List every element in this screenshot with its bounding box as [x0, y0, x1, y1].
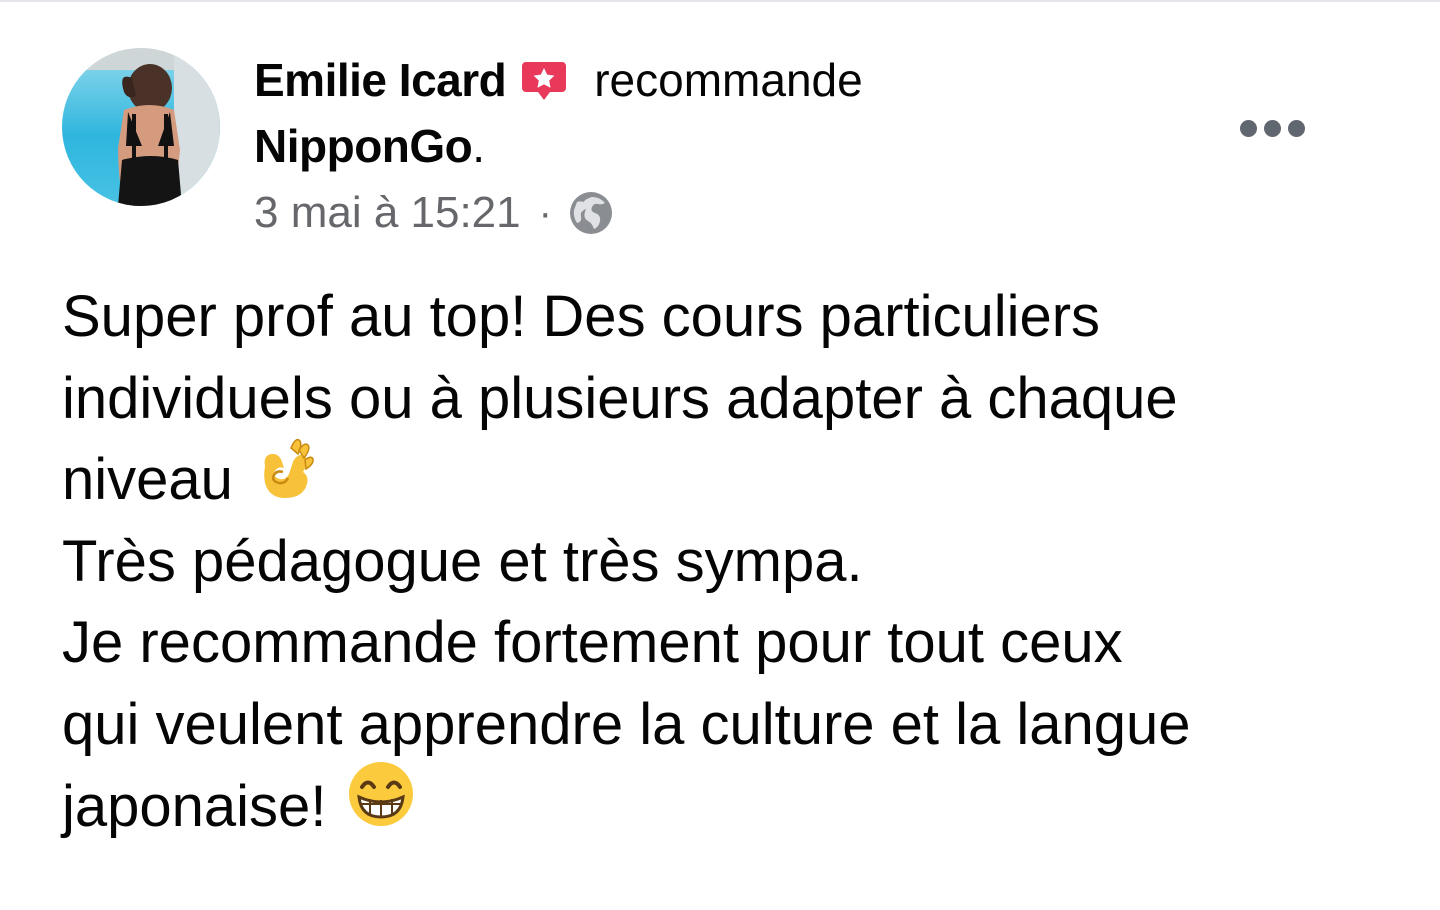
body-line: Très pédagogue et très sympa. [62, 521, 1392, 603]
action-text: recommande [594, 54, 863, 106]
post-header: Emilie Icard recommande [254, 52, 863, 108]
ok-hand-emoji [253, 436, 315, 520]
page-line: NipponGo . [254, 118, 485, 174]
more-options-icon-dot [1287, 119, 1305, 137]
body-text: Très pédagogue et très sympa. [62, 528, 863, 594]
body-line: individuels ou à plusieurs adapter à cha… [62, 358, 1392, 440]
body-text: Super prof au top! Des cours particulier… [62, 284, 1101, 349]
body-line: japonaise! [62, 762, 1392, 847]
more-options-icon [1239, 119, 1257, 137]
recommendation-badge-icon [520, 56, 568, 104]
body-text: niveau [62, 447, 233, 512]
grinning-face-emoji [346, 759, 416, 851]
meta-separator: · [538, 190, 552, 235]
body-line: qui veulent apprendre la culture et la l… [62, 684, 1392, 766]
body-text: qui veulent apprendre la culture et la l… [62, 691, 1191, 757]
avatar[interactable] [62, 48, 220, 206]
globe-icon[interactable] [568, 190, 614, 236]
more-options-icon-dot [1263, 119, 1281, 137]
body-line: Super prof au top! Des cours particulier… [62, 276, 1392, 358]
recommendation-post: Emilie Icard recommande NipponGo . 3 mai… [0, 0, 1440, 910]
author-name[interactable]: Emilie Icard [254, 53, 507, 107]
timestamp[interactable]: 3 mai à 15:21 [254, 188, 521, 238]
body-line: niveau [62, 436, 1392, 521]
body-text: individuels ou à plusieurs adapter à cha… [62, 365, 1178, 431]
page-name-link[interactable]: NipponGo [254, 119, 473, 173]
post-meta: 3 mai à 15:21 · [254, 186, 614, 240]
body-line: Je recommande fortement pour tout ceux [62, 602, 1392, 684]
body-text: japonaise! [62, 774, 327, 840]
more-options-button[interactable] [1228, 104, 1316, 152]
page-suffix: . [472, 120, 486, 172]
post-body: Super prof au top! Des cours particulier… [62, 276, 1392, 847]
body-text: Je recommande fortement pour tout ceux [62, 610, 1123, 675]
avatar-photo [62, 48, 220, 206]
